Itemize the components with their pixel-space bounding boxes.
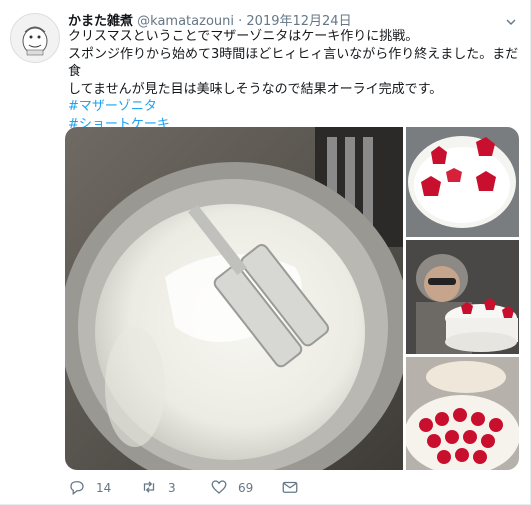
tweet-text-line: してませんが見た目は美味しそうなので結果オーライ完成です。 bbox=[68, 81, 443, 97]
hashtag-link[interactable]: #マザーゾニタ bbox=[68, 98, 523, 116]
reply-count: 14 bbox=[96, 481, 112, 495]
tweet-date[interactable]: 2019年12月24日 bbox=[246, 14, 351, 29]
display-name[interactable]: かまた雑煮 bbox=[68, 14, 133, 29]
chevron-down-icon[interactable] bbox=[506, 12, 516, 25]
retweet-button[interactable]: 3 bbox=[140, 478, 176, 498]
reply-icon bbox=[68, 478, 86, 499]
tweet-text-line: スポンジ作りから始めて3時間ほどヒィヒィ言いながら作り終えました。まだ食 bbox=[68, 46, 519, 80]
reply-button[interactable]: 14 bbox=[68, 478, 111, 498]
avatar[interactable] bbox=[10, 13, 60, 63]
retweet-icon bbox=[140, 478, 158, 499]
separator-dot: · bbox=[238, 14, 243, 29]
like-button[interactable]: 69 bbox=[210, 478, 253, 498]
envelope-icon bbox=[281, 478, 299, 499]
user-handle[interactable]: @kamatazouni bbox=[137, 14, 234, 29]
tweet-card[interactable]: かまた雑煮 @kamatazouni · 2019年12月24日 クリスマスとい… bbox=[0, 0, 531, 505]
photo-mixing-bowl[interactable] bbox=[65, 127, 403, 470]
tweet-header: かまた雑煮 @kamatazouni · 2019年12月24日 bbox=[68, 10, 352, 29]
photo-grid bbox=[65, 127, 519, 470]
tweet-text: クリスマスということでマザーゾニタはケーキ作りに挑戦。 スポンジ作りから始めて3… bbox=[68, 28, 523, 133]
tweet-text-line: クリスマスということでマザーゾニタはケーキ作りに挑戦。 bbox=[68, 29, 419, 44]
retweet-count: 3 bbox=[168, 481, 176, 495]
photo-strawberry-layer[interactable] bbox=[406, 357, 519, 470]
message-button[interactable] bbox=[281, 478, 299, 498]
photo-cake-top[interactable] bbox=[406, 127, 519, 237]
photo-person-with-cake[interactable] bbox=[406, 240, 519, 354]
like-count: 69 bbox=[238, 481, 254, 495]
heart-icon bbox=[210, 478, 228, 499]
